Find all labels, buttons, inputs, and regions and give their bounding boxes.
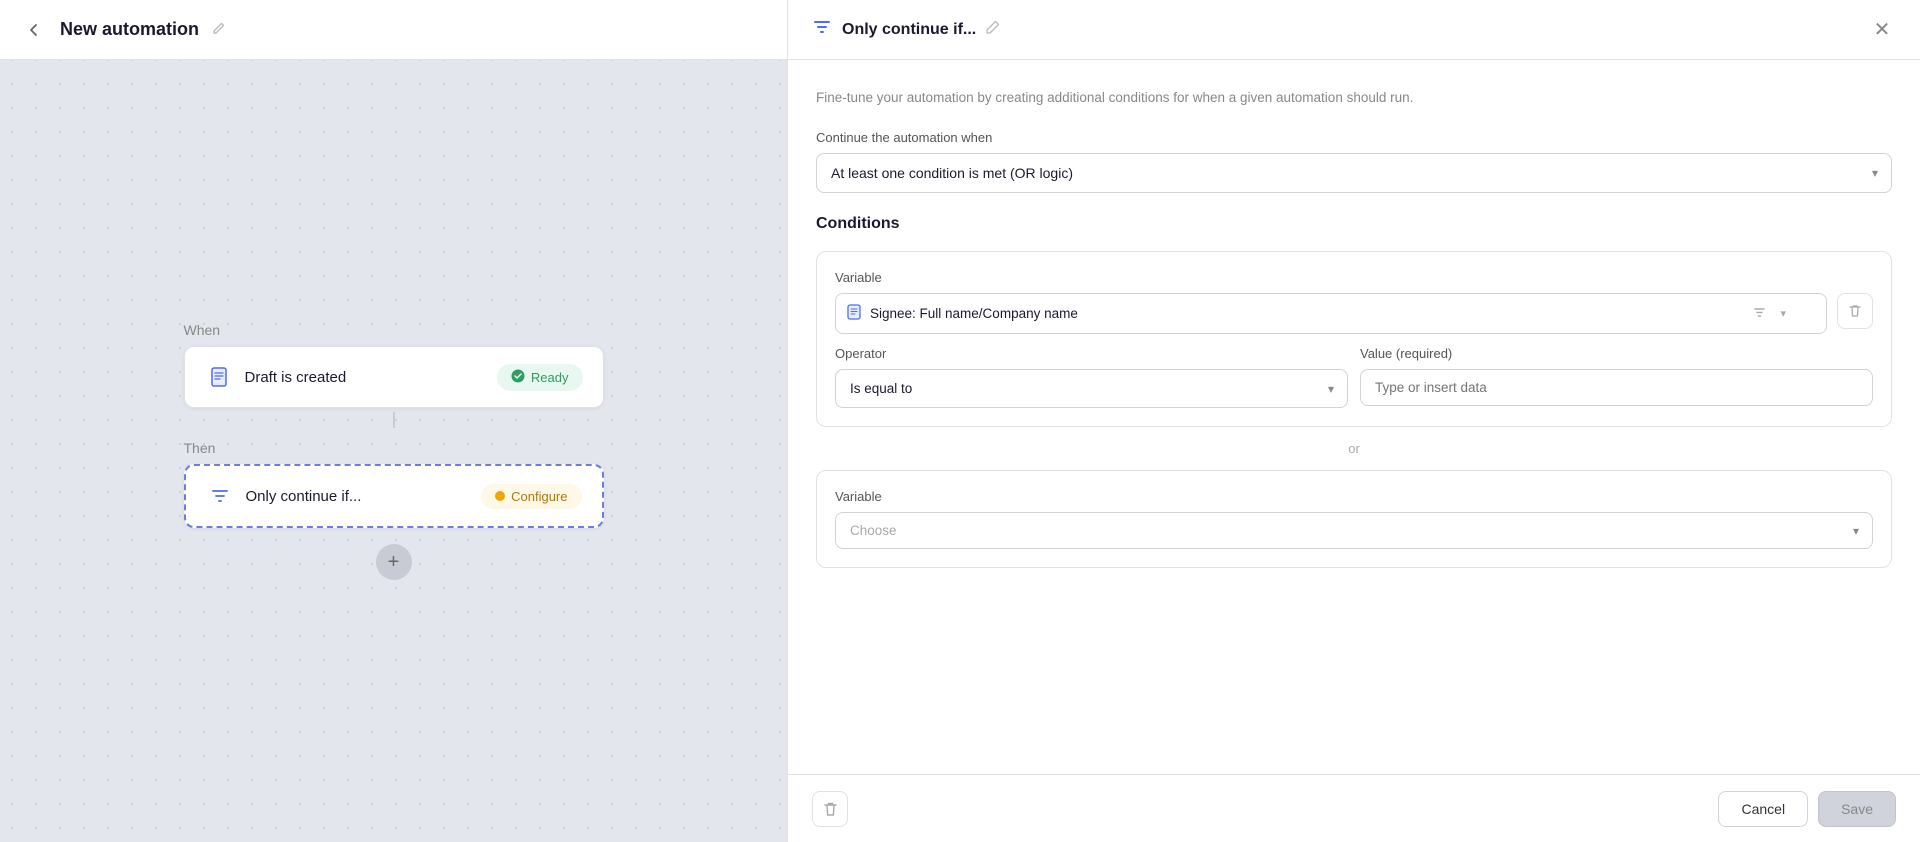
- condition-card-two: Variable Choose ▾: [816, 470, 1892, 568]
- left-panel: New automation When Draft is create: [0, 0, 787, 842]
- description-text: Fine-tune your automation by creating ad…: [816, 88, 1892, 108]
- continue-icon: [206, 482, 234, 510]
- operator-select-wrapper: Operator Is equal to Is not equal to Con…: [835, 346, 1348, 408]
- continue-when-wrapper: At least one condition is met (OR logic)…: [816, 153, 1892, 193]
- footer-left: [812, 791, 848, 827]
- page-title: New automation: [60, 19, 199, 40]
- canvas-area: When Draft is created: [0, 60, 787, 842]
- variable-chevron: ▾: [1780, 307, 1786, 320]
- flow-container: When Draft is created: [184, 322, 604, 580]
- configure-badge: Configure: [481, 484, 581, 509]
- variable-filter-tag: [1753, 306, 1766, 322]
- condition-card-one: Variable Signee: Full name/Company name: [816, 251, 1892, 427]
- add-icon: +: [388, 552, 400, 572]
- then-label: Then: [184, 440, 604, 456]
- variable-label-one: Variable: [835, 270, 1873, 285]
- value-label: Value (required): [1360, 346, 1873, 361]
- draft-icon: [205, 363, 233, 391]
- save-button[interactable]: Save: [1818, 791, 1896, 827]
- ready-check-icon: [511, 369, 525, 386]
- or-divider: or: [816, 441, 1892, 456]
- configure-badge-label: Configure: [511, 489, 567, 504]
- right-header: Only continue if... ✕: [788, 0, 1920, 60]
- operator-select[interactable]: Is equal to Is not equal to Contains Doe…: [835, 369, 1348, 408]
- condition-row-bottom: Operator Is equal to Is not equal to Con…: [835, 346, 1873, 408]
- edit-title-icon[interactable]: [211, 21, 226, 39]
- conditions-title: Conditions: [816, 215, 1892, 233]
- cancel-button[interactable]: Cancel: [1718, 791, 1808, 827]
- right-panel: Only continue if... ✕ Fine-tune your aut…: [787, 0, 1920, 842]
- operator-label: Operator: [835, 346, 1348, 361]
- condition-row-top: Signee: Full name/Company name ▾: [835, 293, 1873, 334]
- delete-automation-button[interactable]: [812, 791, 848, 827]
- delete-condition-one-button[interactable]: [1837, 293, 1873, 329]
- right-body: Fine-tune your automation by creating ad…: [788, 60, 1920, 774]
- value-input[interactable]: [1360, 369, 1873, 406]
- add-step-button[interactable]: +: [376, 544, 412, 580]
- continue-card[interactable]: Only continue if... Configure: [184, 464, 604, 528]
- then-section: Then Only continue if... Configure: [184, 440, 604, 532]
- continue-card-title: Only continue if...: [246, 488, 362, 505]
- variable-value-text: Signee: Full name/Company name: [870, 306, 1745, 321]
- variable-select-display[interactable]: Signee: Full name/Company name ▾: [835, 293, 1827, 334]
- choose-variable-select[interactable]: Choose: [835, 512, 1873, 549]
- configure-dot: [495, 491, 505, 501]
- variable-label-two: Variable: [835, 489, 1873, 504]
- footer-right: Cancel Save: [1718, 791, 1896, 827]
- close-panel-button[interactable]: ✕: [1868, 16, 1896, 44]
- right-edit-icon[interactable]: [986, 20, 1000, 39]
- when-label: When: [184, 322, 221, 338]
- right-filter-icon: [812, 17, 832, 42]
- draft-card-left: Draft is created: [205, 363, 347, 391]
- draft-card[interactable]: Draft is created Ready: [184, 346, 604, 408]
- continue-card-left: Only continue if...: [206, 482, 362, 510]
- right-footer: Cancel Save: [788, 774, 1920, 842]
- ready-badge: Ready: [497, 364, 583, 391]
- connector-line: [393, 412, 395, 428]
- continue-when-select[interactable]: At least one condition is met (OR logic)…: [816, 153, 1892, 193]
- top-bar: New automation: [0, 0, 787, 60]
- ready-badge-label: Ready: [531, 370, 569, 385]
- back-button[interactable]: [20, 16, 48, 44]
- right-header-left: Only continue if...: [812, 17, 1000, 42]
- draft-card-title: Draft is created: [245, 369, 347, 386]
- choose-select-wrapper: Choose ▾: [835, 512, 1873, 549]
- variable-doc-icon: [846, 304, 862, 323]
- continue-when-label: Continue the automation when: [816, 130, 1892, 145]
- value-input-wrapper: Value (required): [1360, 346, 1873, 408]
- variable-select-wrapper: Signee: Full name/Company name ▾: [835, 293, 1827, 334]
- right-panel-title: Only continue if...: [842, 21, 976, 39]
